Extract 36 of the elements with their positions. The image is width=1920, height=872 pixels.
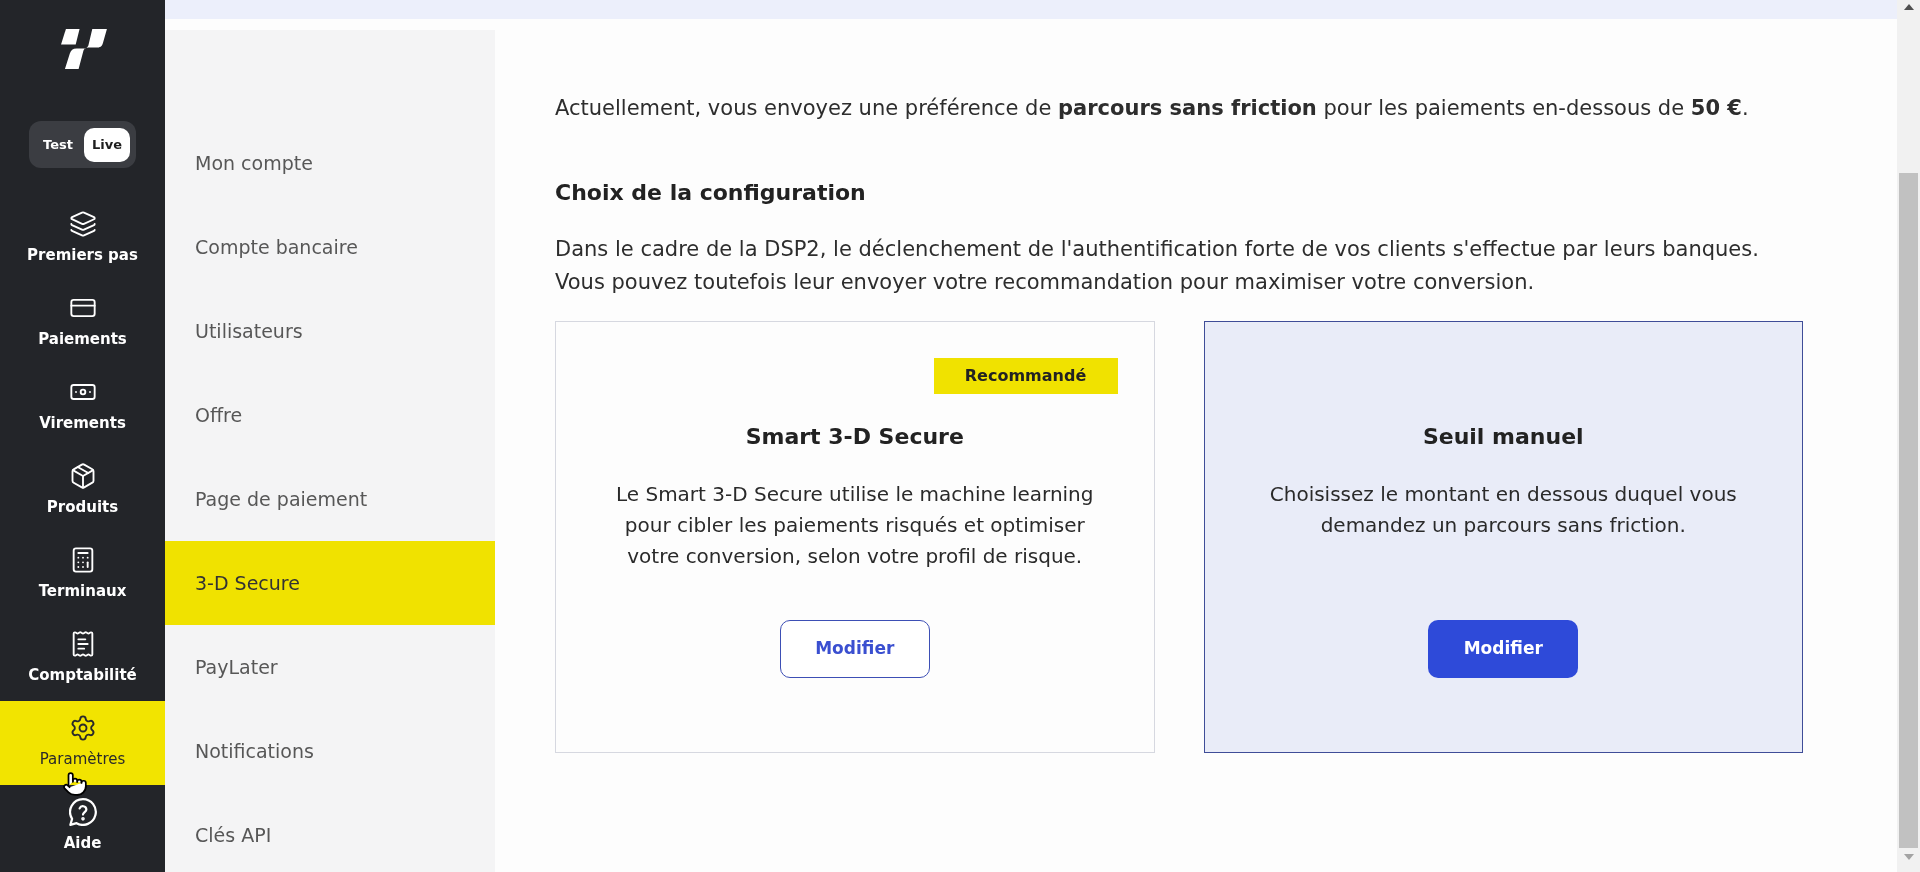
nav-item[interactable]: Comptabilité xyxy=(0,617,165,701)
settings-menu-item[interactable]: 3-D Secure xyxy=(165,541,495,625)
settings-menu-item[interactable]: PayLater xyxy=(165,625,495,709)
settings-menu-item[interactable]: Clés API xyxy=(165,793,495,872)
card-title: Smart 3-D Secure xyxy=(745,423,964,451)
nav-item[interactable]: Virements xyxy=(0,365,165,449)
nav-item[interactable]: Paiements xyxy=(0,281,165,365)
modify-button[interactable]: Modifier xyxy=(779,620,930,678)
settings-menu-item[interactable]: Mon compte xyxy=(165,121,495,205)
section-description: Dans le cadre de la DSP2, le déclenchement de l'authentification forte de vos clients s'effectue par leurs banques. xyxy=(555,236,1759,263)
nav-item[interactable]: Terminaux xyxy=(0,533,165,617)
recommended-badge: Recommandé xyxy=(933,358,1118,394)
settings-menu-item[interactable]: Compte bancaire xyxy=(165,205,495,289)
nav-item[interactable]: Premiers pas xyxy=(0,197,165,281)
help-icon xyxy=(68,798,97,826)
settings-menu-item[interactable]: Notifications xyxy=(165,709,495,793)
settings-menu-item[interactable]: Utilisateurs xyxy=(165,289,495,373)
card-description: Le Smart 3-D Secure utilise le machine learning pour cibler les paiements risqués et optimiser votre conversion, selon votre profil de risque. xyxy=(615,481,1095,570)
scrollbar-thumb[interactable] xyxy=(1899,173,1918,848)
modify-button[interactable]: Modifier xyxy=(1428,620,1579,678)
mode-option[interactable]: Live xyxy=(83,127,130,162)
settings-menu-item[interactable]: Offre xyxy=(165,373,495,457)
scroll-down-icon[interactable] xyxy=(1903,854,1914,860)
card-title: Seuil manuel xyxy=(1422,423,1584,451)
mode-option[interactable]: Test xyxy=(35,127,81,162)
hand-cursor-icon xyxy=(62,771,88,797)
section-description: Vous pouvez toutefois leur envoyer votre recommandation pour maximiser votre conversion. xyxy=(555,269,1535,296)
nav-item[interactable]: Aide xyxy=(0,785,165,869)
card-description: Choisissez le montant en dessous duquel vous demandez un parcours sans friction. xyxy=(1268,481,1738,539)
settings-menu-item[interactable]: Page de paiement xyxy=(165,457,495,541)
summary-text: Actuellement, vous envoyez une préférence de parcours sans friction pour les paiements en-dessous de 50 €. xyxy=(555,95,1749,122)
nav-item[interactable]: Produits xyxy=(0,449,165,533)
scroll-up-icon[interactable] xyxy=(1903,4,1914,10)
logo-icon xyxy=(58,28,107,69)
layers-icon xyxy=(68,210,97,238)
section-heading: Choix de la configuration xyxy=(555,179,866,207)
